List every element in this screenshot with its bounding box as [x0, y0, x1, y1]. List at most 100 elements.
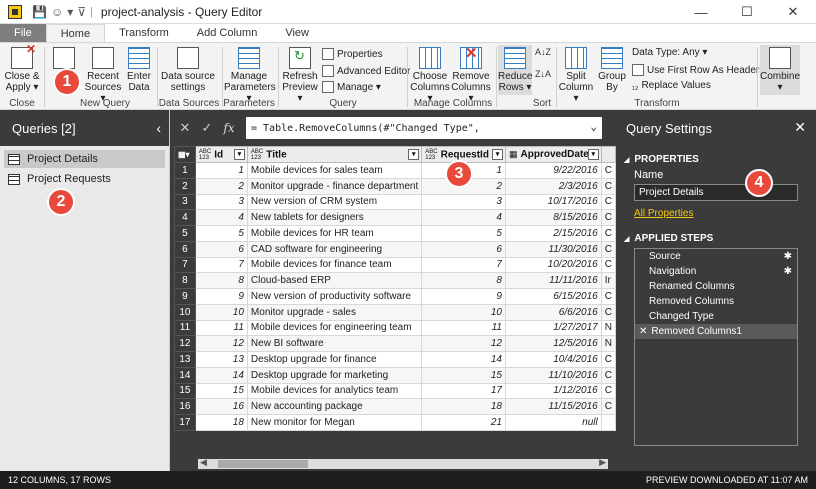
cell-approveddate[interactable]: 10/20/2016: [504, 256, 602, 274]
cell-title[interactable]: Monitor upgrade - finance department: [246, 177, 423, 195]
applied-step[interactable]: Renamed Columns: [635, 279, 797, 294]
scroll-left-icon[interactable]: ◀: [200, 457, 207, 468]
recent-sources-button[interactable]: Recent Sources ▾: [84, 45, 122, 104]
row-number[interactable]: 16: [174, 398, 196, 415]
table-row[interactable]: 4 4 New tablets for designers 4 8/15/2016 C: [174, 209, 616, 226]
row-number[interactable]: 15: [174, 382, 196, 400]
formula-input[interactable]: = Table.RemoveColumns(#"Changed Type", ⌄: [246, 117, 602, 139]
cell-id[interactable]: 10: [194, 303, 248, 321]
query-name-input[interactable]: Project Details: [634, 184, 798, 201]
cell-partial[interactable]: C: [600, 303, 616, 321]
table-row[interactable]: 13 13 Desktop upgrade for finance 14 10/4/20…: [174, 351, 616, 368]
cell-partial[interactable]: C: [600, 225, 616, 242]
chevron-down-icon[interactable]: ▾: [67, 5, 73, 19]
cell-requestid[interactable]: 7: [421, 256, 506, 274]
cell-title[interactable]: Desktop upgrade for marketing: [246, 366, 423, 384]
cell-partial[interactable]: N: [600, 319, 616, 337]
cell-id[interactable]: 4: [194, 209, 248, 226]
row-number[interactable]: 4: [174, 209, 196, 226]
cell-title[interactable]: New version of productivity software: [246, 288, 423, 305]
cell-title[interactable]: Mobile devices for engineering team: [246, 319, 423, 337]
cell-title[interactable]: Desktop upgrade for finance: [246, 351, 423, 368]
query-item-project-details[interactable]: Project Details: [4, 150, 165, 168]
cell-title[interactable]: CAD software for engineering: [246, 240, 423, 258]
close-apply-button[interactable]: ✕ Close & Apply ▾: [4, 43, 40, 93]
cell-approveddate[interactable]: 2/3/2016: [504, 177, 602, 195]
table-row[interactable]: 1 1 Mobile devices for sales team 1 9/22/201…: [174, 162, 616, 179]
cell-approveddate[interactable]: 11/30/2016: [504, 240, 602, 258]
cell-requestid[interactable]: 4: [421, 209, 506, 226]
cell-title[interactable]: New BI software: [246, 335, 423, 352]
cell-title[interactable]: Monitor upgrade - sales: [246, 303, 423, 321]
cell-approveddate[interactable]: 9/22/2016: [504, 162, 602, 179]
table-row[interactable]: 15 15 Mobile devices for analytics team 17 1…: [174, 382, 616, 400]
all-properties-link[interactable]: All Properties: [634, 208, 816, 219]
row-number[interactable]: 14: [174, 366, 196, 384]
column-header-approveddate[interactable]: ▦ ApprovedDate ▾: [504, 146, 602, 163]
expand-formula-icon[interactable]: ⌄: [590, 120, 597, 133]
cell-partial[interactable]: C: [600, 177, 616, 195]
cell-requestid[interactable]: 17: [421, 382, 506, 400]
row-number[interactable]: 13: [174, 351, 196, 368]
row-number[interactable]: 6: [174, 240, 196, 258]
enter-data-button[interactable]: Enter Data: [124, 45, 154, 93]
close-window-button[interactable]: ✕: [770, 0, 816, 24]
group-by-button[interactable]: Group By: [596, 45, 628, 93]
cell-id[interactable]: 12: [194, 335, 248, 352]
cell-partial[interactable]: C: [600, 256, 616, 274]
cell-approveddate[interactable]: 11/10/2016: [504, 366, 602, 384]
cell-title[interactable]: Mobile devices for HR team: [246, 225, 423, 242]
table-row[interactable]: 11 11 Mobile devices for engineering team 1…: [174, 319, 616, 337]
tab-view[interactable]: View: [271, 24, 323, 42]
use-first-row-headers-button[interactable]: Use First Row As Headers ▾: [632, 64, 772, 76]
cell-partial[interactable]: C: [600, 351, 616, 368]
cell-partial[interactable]: C: [600, 288, 616, 305]
cell-requestid[interactable]: 14: [421, 351, 506, 368]
row-number[interactable]: 2: [174, 177, 196, 195]
cancel-formula-icon[interactable]: ✕: [174, 120, 196, 136]
cell-requestid[interactable]: 12: [421, 335, 506, 352]
row-number[interactable]: 10: [174, 303, 196, 321]
filter-dropdown-icon[interactable]: ▾: [491, 149, 503, 160]
combine-button[interactable]: Combine ▾: [760, 45, 800, 95]
cell-approveddate[interactable]: 11/11/2016: [504, 272, 602, 289]
delete-step-icon[interactable]: ✕: [639, 326, 647, 337]
cell-approveddate[interactable]: 6/6/2016: [504, 303, 602, 321]
tab-home[interactable]: Home: [45, 24, 106, 42]
cell-id[interactable]: 9: [194, 288, 248, 305]
cell-partial[interactable]: C: [600, 382, 616, 400]
cell-id[interactable]: 11: [194, 319, 248, 337]
cell-requestid[interactable]: 18: [421, 398, 506, 415]
tab-add-column[interactable]: Add Column: [183, 24, 272, 42]
cell-title[interactable]: Mobile devices for analytics team: [246, 382, 423, 400]
sort-descending-icon[interactable]: Z↓A: [535, 69, 551, 80]
gear-icon[interactable]: ✱: [784, 266, 792, 277]
table-row[interactable]: 2 2 Monitor upgrade - finance department 2 2…: [174, 177, 616, 195]
customize-icon[interactable]: ⊽: [77, 5, 86, 19]
applied-step[interactable]: Navigation ✱: [635, 264, 797, 279]
split-column-button[interactable]: Split Column ▾: [558, 45, 594, 104]
data-source-settings-button[interactable]: Data source settings: [160, 45, 216, 93]
cell-approveddate[interactable]: null: [504, 414, 602, 431]
cell-approveddate[interactable]: 10/4/2016: [504, 351, 602, 368]
sort-ascending-icon[interactable]: A↓Z: [535, 47, 551, 58]
manage-parameters-button[interactable]: Manage Parameters ▾: [224, 45, 276, 104]
table-row[interactable]: 3 3 New version of CRM system 3 10/17/2016 C: [174, 193, 616, 211]
query-item-project-requests[interactable]: Project Requests: [4, 170, 165, 188]
cell-partial[interactable]: C: [600, 209, 616, 226]
table-row[interactable]: 16 16 New accounting package 18 11/15/2016 C: [174, 398, 616, 415]
table-row[interactable]: 8 8 Cloud-based ERP 8 11/11/2016 Ir: [174, 272, 616, 289]
maximize-button[interactable]: ☐: [724, 0, 770, 24]
select-all-corner[interactable]: ▦▾: [174, 146, 196, 163]
fx-icon[interactable]: fx: [218, 121, 240, 135]
commit-formula-icon[interactable]: ✓: [196, 120, 218, 136]
collapse-chevron-icon[interactable]: ‹: [156, 120, 161, 136]
filter-dropdown-icon[interactable]: ▾: [408, 149, 420, 160]
cell-requestid[interactable]: 3: [421, 193, 506, 211]
column-header-id[interactable]: ABC 123 Id ▾: [194, 146, 248, 163]
cell-approveddate[interactable]: 1/12/2016: [504, 382, 602, 400]
row-number[interactable]: 9: [174, 288, 196, 305]
cell-partial[interactable]: C: [600, 240, 616, 258]
remove-columns-button[interactable]: ✕ Remove Columns ▾: [450, 45, 492, 104]
cell-approveddate[interactable]: 12/5/2016: [504, 335, 602, 352]
